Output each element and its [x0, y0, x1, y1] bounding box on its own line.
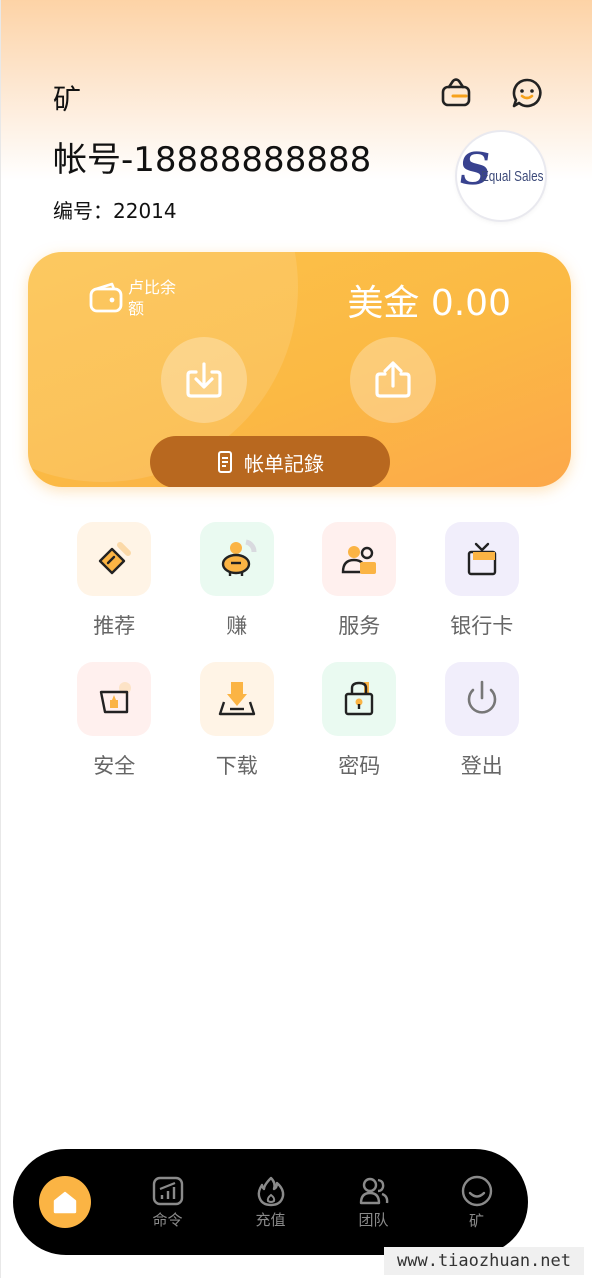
withdraw-button[interactable]	[350, 337, 436, 423]
menu-label-recommend: 推荐	[93, 614, 136, 638]
team-icon	[359, 1177, 388, 1204]
orders-chart-icon	[152, 1176, 183, 1205]
download-icon	[186, 362, 222, 398]
nav-label-team: 团队	[358, 1210, 389, 1229]
menu-item-recommend[interactable]: 推荐	[53, 522, 176, 640]
receipt-icon	[218, 451, 232, 473]
menu-label-download: 下载	[215, 754, 258, 778]
upload-icon	[375, 361, 411, 398]
account-title: 帐号-18888888888	[53, 140, 372, 180]
nav-item-home[interactable]	[13, 1149, 116, 1255]
service-people-icon	[322, 522, 397, 596]
menu-item-service[interactable]: 服务	[298, 522, 421, 640]
logo-text: Equal Sales	[481, 168, 544, 185]
password-lock-icon	[322, 662, 397, 736]
deposit-button[interactable]	[161, 337, 247, 423]
menu-item-password[interactable]: 密码	[298, 662, 421, 780]
menu-label-security: 安全	[93, 754, 136, 778]
mine-smile-icon	[461, 1175, 492, 1206]
menu-item-bank-card[interactable]: 银行卡	[421, 522, 544, 640]
bill-history-button[interactable]: 帐单記錄	[150, 436, 390, 487]
menu-label-bank-card: 银行卡	[450, 614, 514, 638]
earn-piggy-icon	[199, 522, 274, 596]
nav-item-mine[interactable]: 矿	[425, 1149, 528, 1255]
page-title: 矿	[53, 83, 82, 116]
menu-item-security[interactable]: 安全	[53, 662, 176, 780]
account-number: 编号：22014	[53, 199, 177, 223]
nav-label-recharge: 充值	[255, 1210, 286, 1229]
bottom-nav: 命令 充值 团队 矿	[13, 1149, 528, 1255]
wallet-lock-icon-graphic	[441, 78, 471, 107]
nav-item-recharge[interactable]: 充值	[219, 1149, 322, 1255]
menu-label-password: 密码	[338, 754, 381, 778]
home-icon	[38, 1176, 91, 1228]
nav-item-orders[interactable]: 命令	[116, 1149, 219, 1255]
chat-smile-icon[interactable]	[510, 76, 544, 110]
menu-label-logout: 登出	[460, 754, 503, 778]
download-tray-icon	[199, 662, 274, 736]
power-icon	[444, 662, 519, 736]
menu-grid: 推荐 赚 服务 银行卡 安全 下载 密码 登出	[53, 522, 543, 780]
flame-icon	[257, 1176, 284, 1206]
recommend-icon	[77, 522, 152, 596]
wallet-icon	[88, 279, 124, 315]
bank-card-icon	[444, 522, 519, 596]
security-icon	[77, 662, 152, 736]
menu-item-earn[interactable]: 赚	[176, 522, 299, 640]
nav-label-mine: 矿	[468, 1211, 484, 1230]
balance-value: 美金 0.00	[347, 283, 511, 324]
menu-label-service: 服务	[338, 614, 381, 638]
chat-smile-icon-graphic	[512, 78, 542, 108]
nav-item-team[interactable]: 团队	[322, 1149, 425, 1255]
nav-label-orders: 命令	[152, 1210, 183, 1229]
app-screen: 矿 帐号-18888888888 编号：22014 S Equal Sales	[0, 0, 592, 1278]
menu-label-earn: 赚	[226, 614, 248, 638]
watermark: www.tiaozhuan.net	[384, 1247, 584, 1275]
balance-card: 卢比余额 美金 0.00 帐单記錄	[28, 252, 571, 487]
wallet-lock-icon[interactable]	[439, 76, 473, 110]
menu-item-download[interactable]: 下载	[176, 662, 299, 780]
company-logo: S Equal Sales	[457, 132, 545, 220]
balance-label: 卢比余额	[128, 278, 177, 318]
menu-item-logout[interactable]: 登出	[421, 662, 544, 780]
bill-history-label: 帐单記錄	[244, 451, 324, 476]
